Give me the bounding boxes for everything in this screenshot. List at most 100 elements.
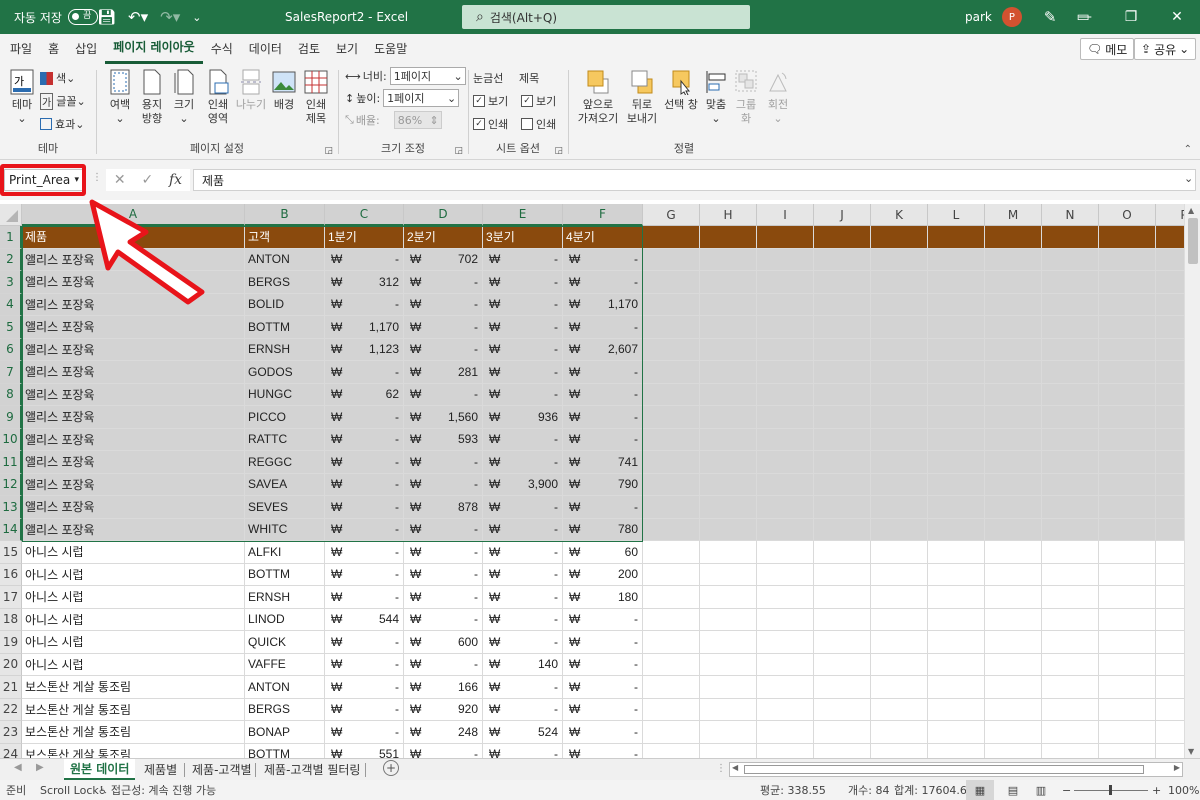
cell-k23[interactable] <box>871 721 928 744</box>
zoom-slider[interactable] <box>1074 780 1148 800</box>
cell-h10[interactable] <box>700 428 757 451</box>
scroll-up-icon[interactable]: ▲ <box>1188 206 1194 215</box>
rotate-button[interactable]: 회전 ⌄ <box>763 68 793 126</box>
row-header-20[interactable]: 20 <box>0 653 22 676</box>
cell-a14[interactable]: 앨리스 포장육 <box>22 518 245 541</box>
cell-h17[interactable] <box>700 586 757 609</box>
cell-p12[interactable] <box>1156 473 1184 496</box>
restore-icon[interactable]: ❐ <box>1108 0 1154 34</box>
cell-n12[interactable] <box>1042 473 1099 496</box>
tab-data[interactable]: 데이터 <box>241 34 290 64</box>
cell-n17[interactable] <box>1042 586 1099 609</box>
cell-p19[interactable] <box>1156 631 1184 654</box>
sheet-tab-product-customer[interactable]: 제품-고객별 <box>186 759 258 780</box>
cell-j23[interactable] <box>814 721 871 744</box>
cell-m13[interactable] <box>985 496 1042 519</box>
cell-a11[interactable]: 앨리스 포장육 <box>22 451 245 474</box>
cell-d10[interactable]: ₩593 <box>404 428 483 451</box>
cell-o24[interactable] <box>1099 743 1156 758</box>
row-header-21[interactable]: 21 <box>0 676 22 699</box>
cell-e1[interactable]: 3분기 <box>483 226 563 249</box>
cell-h9[interactable] <box>700 406 757 429</box>
cell-f13[interactable]: ₩ - <box>563 496 643 519</box>
horizontal-scrollbar[interactable]: ◀ ▶ <box>729 762 1183 777</box>
save-icon[interactable]: 💾︎ <box>97 8 116 26</box>
cell-j12[interactable] <box>814 473 871 496</box>
cell-n6[interactable] <box>1042 338 1099 361</box>
cell-l23[interactable] <box>928 721 985 744</box>
cell-k4[interactable] <box>871 293 928 316</box>
cell-g14[interactable] <box>643 518 700 541</box>
row-header-24[interactable]: 24 <box>0 743 22 758</box>
theme-fonts-button[interactable]: 가 글꼴 ⌄ <box>40 91 86 111</box>
cell-j10[interactable] <box>814 428 871 451</box>
cell-i23[interactable] <box>757 721 814 744</box>
cell-n23[interactable] <box>1042 721 1099 744</box>
cell-c18[interactable]: ₩544 <box>325 608 404 631</box>
sheet-options-dialog-launcher[interactable]: ◲ <box>554 146 563 156</box>
send-backward-button[interactable]: 뒤로 보내기 <box>625 68 659 126</box>
pen-icon[interactable]: ✎ <box>1044 8 1057 26</box>
cell-c21[interactable]: ₩ - <box>325 676 404 699</box>
cell-l4[interactable] <box>928 293 985 316</box>
height-select[interactable]: 1페이지 ⌄ <box>383 89 460 107</box>
cell-m8[interactable] <box>985 383 1042 406</box>
cell-c1[interactable]: 1분기 <box>325 226 404 249</box>
cell-b23[interactable]: BONAP <box>245 721 325 744</box>
cell-c22[interactable]: ₩ - <box>325 698 404 721</box>
cell-b5[interactable]: BOTTM <box>245 316 325 339</box>
row-header-8[interactable]: 8 <box>0 383 22 406</box>
cell-d8[interactable]: ₩ - <box>404 383 483 406</box>
cell-b10[interactable]: RATTC <box>245 428 325 451</box>
cell-m12[interactable] <box>985 473 1042 496</box>
cell-k17[interactable] <box>871 586 928 609</box>
row-header-19[interactable]: 19 <box>0 631 22 654</box>
cell-f3[interactable]: ₩ - <box>563 271 643 294</box>
prev-sheet-icon[interactable]: ◀ <box>14 762 22 773</box>
cell-l11[interactable] <box>928 451 985 474</box>
cell-e14[interactable]: ₩ - <box>483 518 563 541</box>
cell-i22[interactable] <box>757 698 814 721</box>
themes-button[interactable]: 가 테마 ⌄ <box>6 68 38 126</box>
cell-p18[interactable] <box>1156 609 1184 631</box>
cell-c24[interactable]: ₩551 <box>325 743 404 758</box>
cell-b3[interactable]: BERGS <box>245 271 325 294</box>
cell-d4[interactable]: ₩ - <box>404 293 483 316</box>
cell-p2[interactable] <box>1156 248 1184 271</box>
cell-e2[interactable]: ₩ - <box>483 248 563 271</box>
row-header-3[interactable]: 3 <box>0 271 22 294</box>
cell-k1[interactable] <box>871 226 928 249</box>
cell-h19[interactable] <box>700 631 757 654</box>
cell-p9[interactable] <box>1156 406 1184 429</box>
cell-p10[interactable] <box>1156 428 1184 451</box>
cell-g4[interactable] <box>643 293 700 316</box>
cell-j3[interactable] <box>814 271 871 294</box>
cell-l22[interactable] <box>928 698 985 721</box>
cell-m11[interactable] <box>985 451 1042 474</box>
cell-p13[interactable] <box>1156 496 1184 519</box>
cell-b13[interactable]: SEVES <box>245 496 325 519</box>
cell-a15[interactable]: 아니스 시럽 <box>22 541 245 564</box>
cell-c7[interactable]: ₩ - <box>325 361 404 384</box>
cell-i11[interactable] <box>757 451 814 474</box>
cell-b14[interactable]: WHITC <box>245 518 325 541</box>
avatar[interactable]: P <box>1001 7 1022 27</box>
row-header-9[interactable]: 9 <box>0 406 22 429</box>
cell-l8[interactable] <box>928 383 985 406</box>
cell-p15[interactable] <box>1156 541 1184 564</box>
cell-k8[interactable] <box>871 383 928 406</box>
cell-k18[interactable] <box>871 608 928 631</box>
tab-formulas[interactable]: 수식 <box>203 34 241 64</box>
cell-c2[interactable]: ₩ - <box>325 248 404 271</box>
cell-f18[interactable]: ₩ - <box>563 608 643 631</box>
cell-p5[interactable] <box>1156 316 1184 339</box>
cell-p17[interactable] <box>1156 586 1184 609</box>
cell-h14[interactable] <box>700 518 757 541</box>
cell-j21[interactable] <box>814 676 871 699</box>
undo-icon[interactable]: ↶▾ <box>128 8 148 26</box>
zoom-out-icon[interactable]: − <box>1062 780 1071 800</box>
cell-g17[interactable] <box>643 586 700 609</box>
cell-g9[interactable] <box>643 406 700 429</box>
cell-f22[interactable]: ₩ - <box>563 698 643 721</box>
cell-g11[interactable] <box>643 451 700 474</box>
